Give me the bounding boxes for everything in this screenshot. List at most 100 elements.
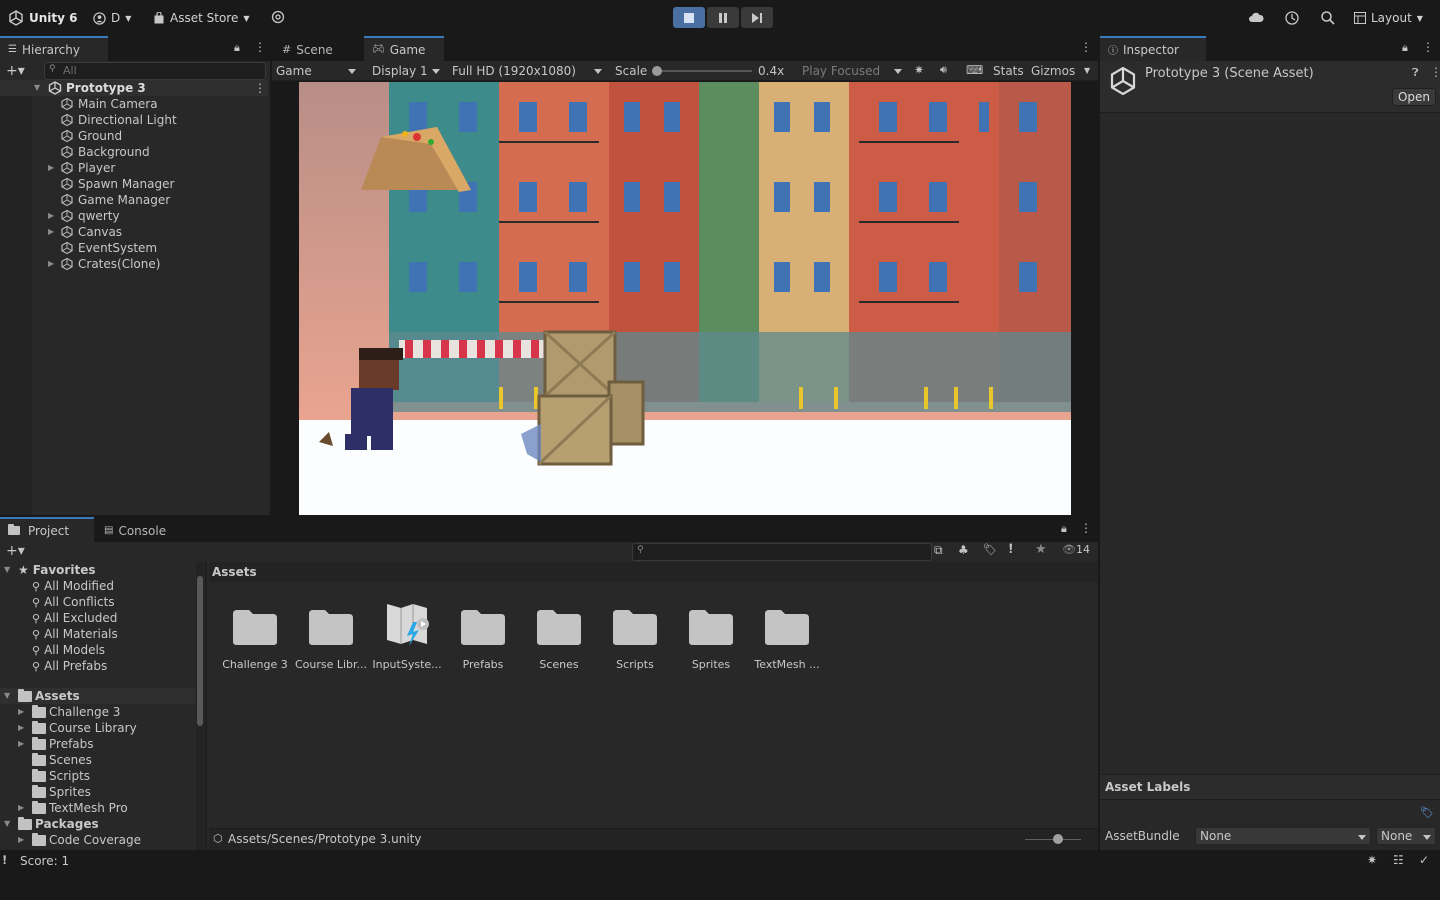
lock-icon[interactable]: 🔒︎: [1061, 522, 1067, 536]
expand-arrow-icon[interactable]: ▼: [4, 819, 14, 829]
resolution-dropdown[interactable]: Full HD (1920x1080): [448, 62, 606, 80]
filter-label-icon[interactable]: 🏷︎: [983, 543, 997, 556]
asset-tile[interactable]: Scripts: [597, 598, 673, 678]
unity-menu[interactable]: Unity 6: [8, 9, 78, 27]
hierarchy-item[interactable]: ▶ Player: [0, 160, 268, 176]
asset-folder-item[interactable]: ▶ TextMesh Pro: [0, 800, 195, 816]
tab-console[interactable]: ▤ Console: [96, 517, 180, 542]
tab-scene[interactable]: # Scene: [274, 36, 362, 61]
tab-project[interactable]: Project: [0, 517, 94, 542]
hierarchy-item[interactable]: EventSystem: [0, 240, 268, 256]
favorite-item[interactable]: ⚲ All Prefabs: [0, 658, 195, 674]
filter-type-icon[interactable]: ♣: [958, 543, 969, 557]
hierarchy-item[interactable]: Main Camera: [0, 96, 268, 112]
project-search-input[interactable]: ⚲: [632, 543, 932, 561]
asset-folder-item[interactable]: Scenes: [0, 752, 195, 768]
hierarchy-root-row[interactable]: ▼ Prototype 3 ⋮: [0, 80, 268, 96]
asset-labels-header[interactable]: Asset Labels: [1100, 774, 1440, 800]
expand-arrow-icon[interactable]: ▼: [4, 691, 14, 701]
more-menu-icon[interactable]: ⋮: [254, 81, 266, 95]
hierarchy-item[interactable]: Directional Light: [0, 112, 268, 128]
more-menu-icon[interactable]: ⋮: [1080, 40, 1092, 54]
bug-icon[interactable]: ✷: [914, 63, 924, 77]
favorite-item[interactable]: ⚲ All Excluded: [0, 610, 195, 626]
hierarchy-item[interactable]: Game Manager: [0, 192, 268, 208]
expand-arrow-icon[interactable]: ▶: [18, 723, 28, 733]
asset-folder-item[interactable]: ▶ Challenge 3: [0, 704, 195, 720]
hierarchy-item[interactable]: ▶ qwerty: [0, 208, 268, 224]
bug-icon[interactable]: ✷: [1367, 853, 1377, 867]
game-render[interactable]: [299, 82, 1071, 515]
asset-folder-item[interactable]: ▶ Course Library: [0, 720, 195, 736]
asset-bundle-variant-dropdown[interactable]: None: [1376, 827, 1436, 845]
hierarchy-search-input[interactable]: ⚲ All: [44, 62, 266, 80]
account-dropdown[interactable]: D ▼: [93, 9, 131, 27]
check-icon[interactable]: ✓: [1419, 853, 1429, 867]
expand-arrow-icon[interactable]: ▶: [48, 211, 58, 221]
expand-arrow-icon[interactable]: ▼: [4, 565, 14, 575]
package-item[interactable]: ▶ Code Coverage: [0, 832, 195, 848]
expand-arrow-icon[interactable]: ▶: [48, 259, 58, 269]
cache-server-icon[interactable]: ☷: [1393, 853, 1404, 867]
expand-arrow-icon[interactable]: ▶: [18, 707, 28, 717]
asset-tile[interactable]: Prefabs: [445, 598, 521, 678]
help-icon[interactable]: ❓︎: [1412, 66, 1419, 80]
cloud-icon[interactable]: [1248, 10, 1264, 26]
favorite-item[interactable]: ⚲ All Conflicts: [0, 594, 195, 610]
display-dropdown[interactable]: Display 1: [368, 62, 444, 80]
hierarchy-item[interactable]: ▶ Crates(Clone): [0, 256, 268, 272]
keyboard-icon[interactable]: ⌨: [966, 63, 983, 77]
step-button[interactable]: [741, 7, 773, 28]
more-menu-icon[interactable]: ⋮: [1080, 521, 1092, 535]
gizmos-button[interactable]: Gizmos: [1031, 64, 1075, 78]
search-icon[interactable]: [1320, 10, 1336, 26]
asset-folder-item[interactable]: Scripts: [0, 768, 195, 784]
zoom-slider-handle[interactable]: [1053, 834, 1063, 844]
favorite-item[interactable]: ⚲ All Modified: [0, 578, 195, 594]
warning-filter-icon[interactable]: ❗︎: [1009, 542, 1013, 557]
hidden-packages-toggle[interactable]: 👁︎14: [1062, 543, 1090, 556]
play-focus-dropdown[interactable]: Play Focused: [798, 62, 906, 80]
scrollbar-thumb[interactable]: [197, 576, 203, 726]
more-menu-icon[interactable]: ⋮: [1430, 65, 1440, 79]
game-mode-dropdown[interactable]: Game: [272, 62, 360, 80]
services-gear-icon[interactable]: [271, 10, 287, 26]
expand-arrow-icon[interactable]: ▶: [48, 227, 58, 237]
history-icon[interactable]: [1284, 10, 1300, 26]
lock-icon[interactable]: 🔒︎: [1402, 41, 1408, 55]
asset-tile[interactable]: TextMesh ...: [749, 598, 825, 678]
hierarchy-item[interactable]: Ground: [0, 128, 268, 144]
expand-arrow-icon[interactable]: ▶: [18, 739, 28, 749]
packages-header[interactable]: ▼ Packages: [0, 816, 195, 832]
lock-icon[interactable]: 🔒︎: [234, 41, 240, 55]
favorite-item[interactable]: ⚲ All Materials: [0, 626, 195, 642]
asset-tile[interactable]: Course Libr...: [293, 598, 369, 678]
expand-arrow-icon[interactable]: ▼: [34, 83, 44, 93]
layout-dropdown[interactable]: Layout ▼: [1354, 9, 1423, 27]
scrollbar[interactable]: [196, 562, 204, 850]
open-button[interactable]: Open: [1392, 88, 1436, 106]
expand-arrow-icon[interactable]: ▶: [18, 835, 28, 845]
asset-bundle-dropdown[interactable]: None: [1195, 827, 1371, 845]
label-tag-icon[interactable]: 🏷︎: [1420, 806, 1434, 819]
hierarchy-item[interactable]: Background: [0, 144, 268, 160]
add-icon[interactable]: +▾: [6, 543, 25, 559]
asset-tile[interactable]: Sprites: [673, 598, 749, 678]
star-icon[interactable]: ★: [1035, 542, 1047, 557]
pause-button[interactable]: [707, 7, 739, 28]
audio-icon[interactable]: 🔊︎: [940, 63, 947, 77]
favorites-header[interactable]: ▼ ★ Favorites: [0, 562, 195, 578]
add-icon[interactable]: +▾: [6, 63, 25, 79]
status-message[interactable]: Score: 1: [20, 854, 69, 868]
expand-arrow-icon[interactable]: ▶: [18, 803, 28, 813]
more-menu-icon[interactable]: ⋮: [254, 40, 266, 54]
breadcrumb[interactable]: Assets: [212, 565, 257, 579]
hierarchy-item[interactable]: Spawn Manager: [0, 176, 268, 192]
asset-folder-item[interactable]: Sprites: [0, 784, 195, 800]
asset-tile[interactable]: Scenes: [521, 598, 597, 678]
asset-store-dropdown[interactable]: Asset Store ▼: [153, 9, 250, 27]
asset-tile[interactable]: InputSyste...: [369, 598, 445, 678]
favorite-item[interactable]: ⚲ All Models: [0, 642, 195, 658]
scale-slider-handle[interactable]: [652, 66, 662, 76]
play-stop-button[interactable]: [673, 7, 705, 28]
